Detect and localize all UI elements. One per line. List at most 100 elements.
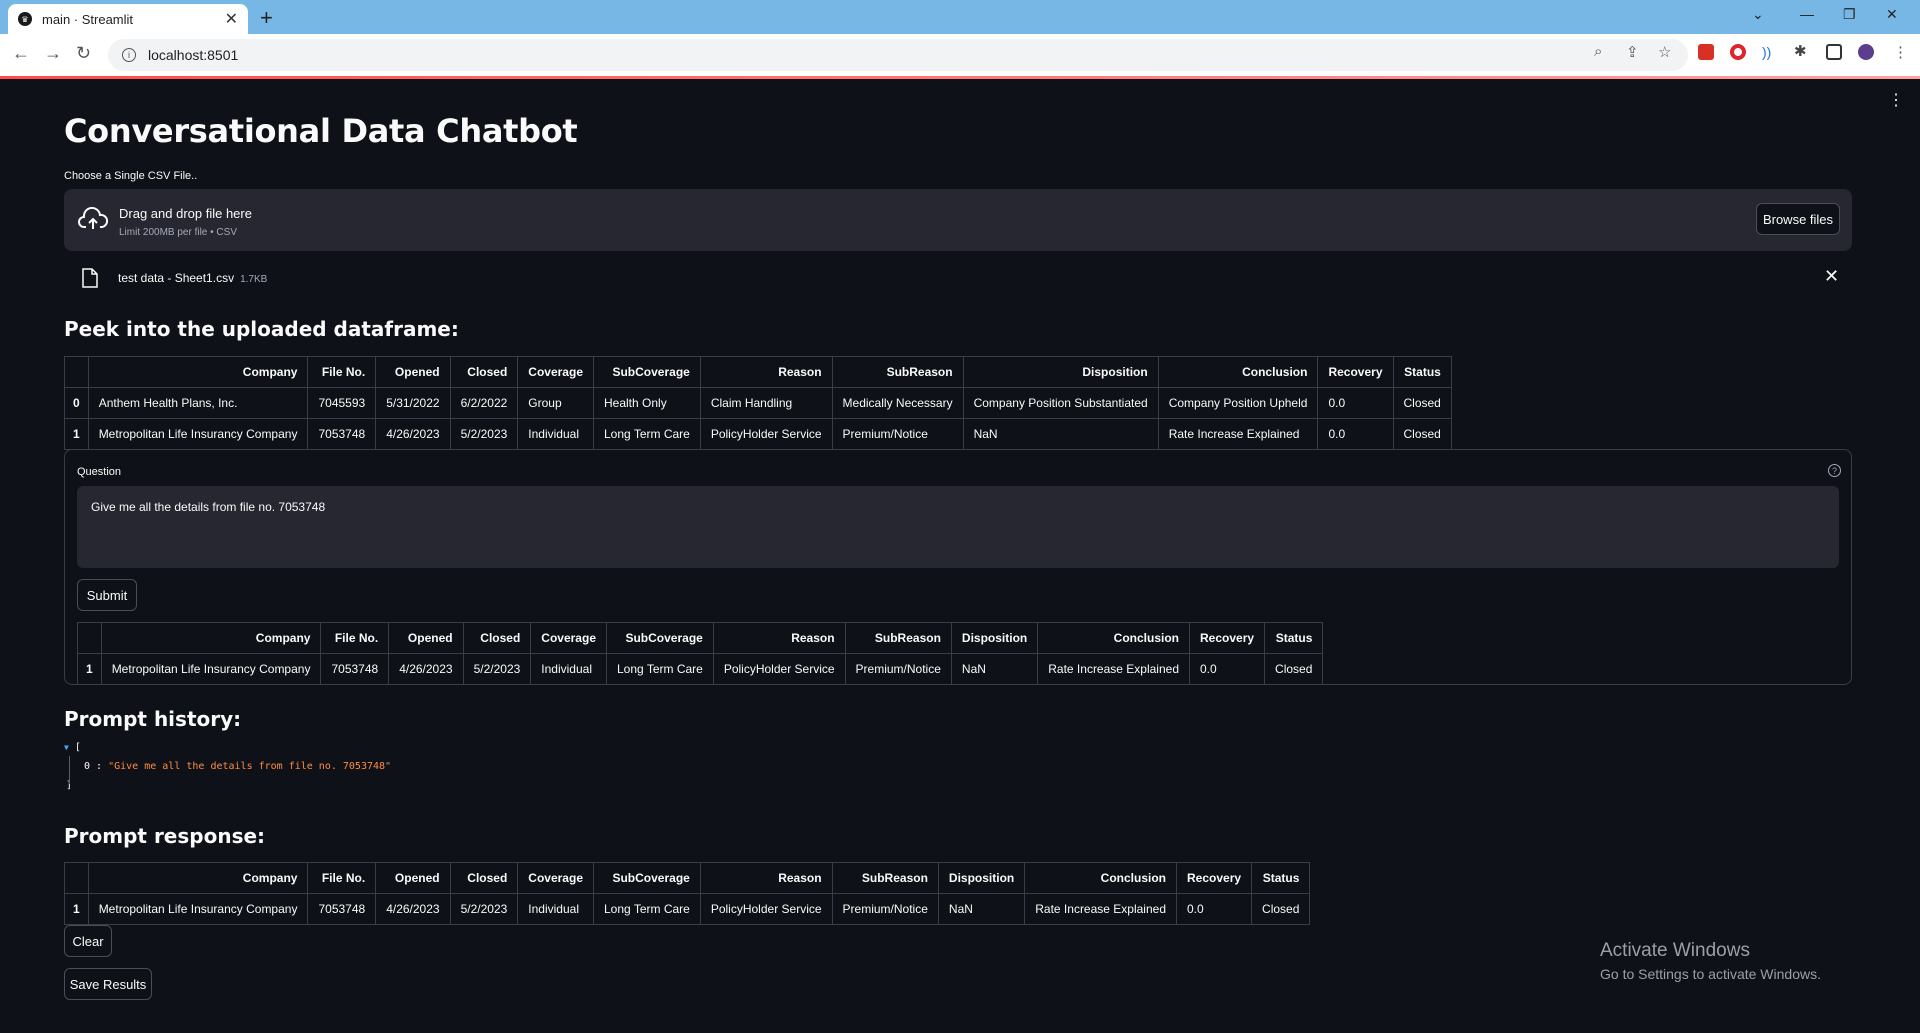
question-textarea[interactable]: Give me all the details from file no. 70… [77,486,1839,568]
table-cell[interactable]: PolicyHolder Service [699,418,833,450]
column-header[interactable]: Company [87,356,309,388]
column-header[interactable]: Conclusion [1037,622,1190,654]
table-cell[interactable]: Rate Increase Explained [1037,653,1190,685]
site-info-icon[interactable]: i [122,48,136,62]
column-header[interactable]: Company [87,862,309,894]
browser-menu-icon[interactable]: ⋮ [1893,43,1908,61]
column-header[interactable]: File No. [320,622,390,654]
column-header[interactable]: Status [1264,622,1324,654]
table-cell[interactable]: 7045593 [307,387,377,419]
table-cell[interactable]: Closed [1251,893,1311,925]
table-cell[interactable]: Closed [1392,418,1452,450]
table-cell[interactable]: Individual [530,653,607,685]
table-cell[interactable]: Individual [517,893,594,925]
row-index-cell[interactable]: 1 [64,418,89,450]
response-dataframe[interactable]: Company File No. Opened Closed Coverage SubCo… [64,862,1311,925]
peek-dataframe[interactable]: Company File No. Opened Closed Coverage SubCo… [64,356,1452,450]
column-header[interactable]: Reason [699,862,833,894]
column-header[interactable]: Coverage [530,622,607,654]
table-cell[interactable]: Long Term Care [593,893,701,925]
table-cell[interactable]: NaN [950,653,1039,685]
column-header[interactable]: Conclusion [1024,862,1177,894]
row-index-cell[interactable]: 0 [64,387,89,419]
column-header[interactable]: SubCoverage [593,356,701,388]
window-close-icon[interactable]: ✕ [1886,6,1898,23]
table-cell[interactable]: Metropolitan Life Insurancy Company [87,418,309,450]
column-header[interactable]: Reason [712,622,846,654]
table-cell[interactable]: Closed [1392,387,1452,419]
table-cell[interactable]: 0.0 [1175,893,1253,925]
table-cell[interactable]: 0.0 [1317,418,1394,450]
side-panel-icon[interactable] [1826,44,1842,60]
column-header[interactable]: Status [1392,356,1452,388]
tab-search-chevron-icon[interactable]: ⌄ [1752,6,1764,23]
table-cell[interactable]: NaN [962,418,1159,450]
table-cell[interactable]: 7053748 [307,418,377,450]
column-header[interactable]: Recovery [1175,862,1253,894]
column-header[interactable]: Opened [375,356,451,388]
column-header[interactable]: SubCoverage [606,622,714,654]
column-header[interactable] [64,356,89,388]
column-header[interactable]: Conclusion [1157,356,1319,388]
column-header[interactable]: SubReason [844,622,952,654]
submit-button[interactable]: Submit [77,579,137,611]
column-header[interactable]: Recovery [1188,622,1266,654]
result-dataframe[interactable]: Company File No. Opened Closed Coverage SubCo… [77,622,1324,685]
column-header[interactable]: Status [1251,862,1311,894]
column-header[interactable]: Coverage [517,862,594,894]
table-cell[interactable]: 5/2/2023 [462,653,532,685]
table-cell[interactable]: 0.0 [1317,387,1394,419]
bookmark-star-icon[interactable]: ☆ [1658,43,1671,61]
column-header[interactable]: Reason [699,356,833,388]
column-header[interactable]: SubCoverage [593,862,701,894]
column-header[interactable] [77,622,102,654]
column-header[interactable]: Coverage [517,356,594,388]
table-cell[interactable]: Rate Increase Explained [1024,893,1177,925]
column-header[interactable]: Company [100,622,322,654]
table-cell[interactable]: 4/26/2023 [375,893,451,925]
minimize-icon[interactable]: — [1800,6,1814,22]
table-cell[interactable]: 4/26/2023 [375,418,451,450]
remove-file-icon[interactable]: ✕ [1824,266,1839,287]
row-index-cell[interactable]: 1 [77,653,102,685]
file-dropzone[interactable]: Drag and drop file here Limit 200MB per … [64,189,1852,251]
column-header[interactable]: Disposition [950,622,1039,654]
table-cell[interactable]: 5/2/2023 [449,893,519,925]
table-cell[interactable]: 7053748 [307,893,377,925]
extensions-puzzle-icon[interactable]: ✱ [1794,44,1810,60]
table-cell[interactable]: PolicyHolder Service [699,893,833,925]
clear-button[interactable]: Clear [64,925,112,957]
table-cell[interactable]: Premium/Notice [844,653,952,685]
zoom-icon[interactable]: ⌕ [1594,43,1602,60]
save-results-button[interactable]: Save Results [64,968,152,1000]
table-cell[interactable]: Long Term Care [606,653,714,685]
tab-close-icon[interactable]: ✕ [225,9,238,29]
table-cell[interactable]: PolicyHolder Service [712,653,846,685]
column-header[interactable]: Recovery [1317,356,1394,388]
table-cell[interactable]: Medically Necessary [831,387,964,419]
column-header[interactable]: Disposition [937,862,1026,894]
table-cell[interactable]: Metropolitan Life Insurancy Company [87,893,309,925]
collapse-caret-icon[interactable]: ▼ [64,743,69,752]
column-header[interactable]: Opened [375,862,451,894]
extension-red-icon[interactable] [1698,44,1714,60]
column-header[interactable]: Closed [449,356,519,388]
column-header[interactable]: Closed [449,862,519,894]
column-header[interactable]: File No. [307,862,377,894]
address-bar[interactable]: i localhost:8501 [108,39,1688,71]
back-icon[interactable]: ← [12,43,30,64]
table-cell[interactable]: Metropolitan Life Insurancy Company [100,653,322,685]
table-cell[interactable]: Rate Increase Explained [1157,418,1319,450]
column-header[interactable] [64,862,89,894]
column-header[interactable]: SubReason [831,356,964,388]
table-cell[interactable]: Group [517,387,594,419]
table-cell[interactable]: Individual [517,418,594,450]
browse-files-button[interactable]: Browse files [1756,203,1840,235]
reload-icon[interactable]: ↻ [76,43,91,64]
table-cell[interactable]: 7053748 [320,653,390,685]
app-menu-icon[interactable]: ⋮ [1888,90,1904,110]
opera-icon[interactable] [1730,44,1746,60]
help-icon[interactable]: ? [1828,464,1841,477]
table-cell[interactable]: 4/26/2023 [388,653,464,685]
forward-icon[interactable]: → [44,43,62,64]
